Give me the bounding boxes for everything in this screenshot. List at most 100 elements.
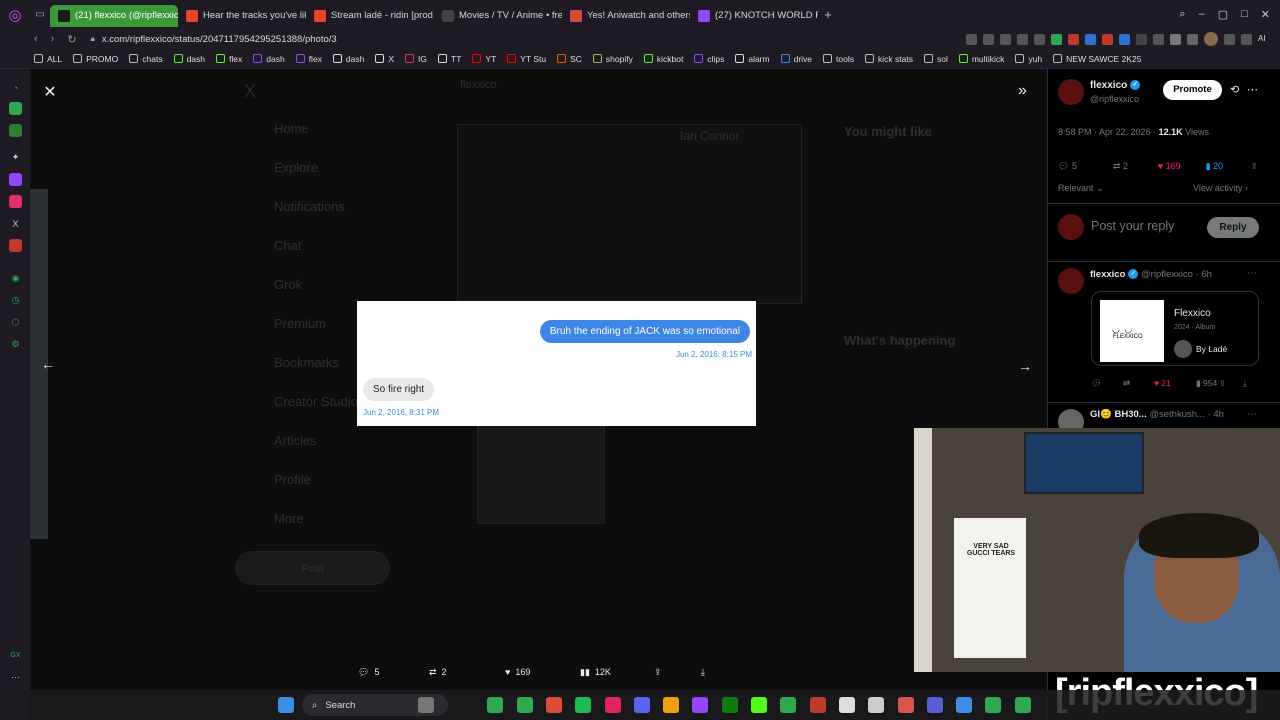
browser-tab[interactable]: Hear the tracks you've lik bbox=[178, 5, 306, 27]
bookmark-item[interactable]: IG bbox=[405, 54, 427, 64]
promote-button[interactable]: Promote bbox=[1163, 80, 1222, 100]
bookmark-item[interactable]: multikick bbox=[958, 54, 1004, 64]
extension-icon[interactable] bbox=[1085, 33, 1096, 45]
view-activity-link[interactable]: View activity › bbox=[1193, 183, 1248, 193]
bookmark-item[interactable]: sol bbox=[923, 54, 948, 64]
opera-gx-logo-icon[interactable]: ◎ bbox=[0, 0, 30, 29]
reply-button[interactable]: Reply bbox=[1207, 217, 1259, 238]
app-icon[interactable] bbox=[1014, 697, 1031, 713]
instagram-icon[interactable] bbox=[9, 195, 22, 208]
bookmark-item[interactable]: drive bbox=[780, 54, 812, 64]
author-name[interactable]: flexxico ✓ bbox=[1090, 80, 1141, 91]
extension-icon[interactable] bbox=[1153, 33, 1164, 45]
close-viewer-icon[interactable]: ✕ bbox=[41, 84, 59, 102]
chatgpt-icon[interactable] bbox=[868, 697, 885, 713]
github-icon[interactable] bbox=[516, 697, 533, 713]
repost-icon[interactable]: ⇄ bbox=[1123, 378, 1130, 389]
sort-dropdown[interactable]: Relevant ⌄ bbox=[1058, 183, 1104, 194]
chatgpt-icon[interactable]: ✦ bbox=[9, 151, 22, 164]
share-icon[interactable]: ⇪ bbox=[1219, 378, 1226, 389]
back-icon[interactable]: ‹ bbox=[34, 33, 38, 46]
reply-author[interactable]: GI😊 BH30... @sethkush... · 4h bbox=[1090, 409, 1224, 420]
app-icon[interactable] bbox=[985, 697, 1002, 713]
like-stat[interactable]: ♥ 169 bbox=[1158, 161, 1206, 172]
bookmark-item[interactable]: alarm bbox=[735, 54, 770, 64]
browser-tab[interactable]: Yes! Aniwatch and others bbox=[562, 5, 690, 27]
next-photo-icon[interactable]: → bbox=[1018, 358, 1032, 374]
forward-icon[interactable]: › bbox=[51, 33, 55, 46]
reply-more-icon[interactable]: ⋯ bbox=[1247, 409, 1257, 420]
bookmark-item[interactable]: dash bbox=[253, 54, 285, 64]
bookmark-item[interactable]: chats bbox=[129, 54, 163, 64]
download-icon[interactable] bbox=[1224, 33, 1235, 45]
music-icon[interactable] bbox=[9, 239, 22, 252]
bookmark-page-icon[interactable] bbox=[966, 33, 977, 45]
browser-tab[interactable]: Stream ladé - ridin [prod. bbox=[306, 5, 434, 27]
reply-action[interactable]: 💬︎ 5 bbox=[358, 667, 379, 678]
more-icon[interactable]: ⋯ bbox=[9, 671, 22, 684]
like-icon[interactable]: ♥ 21 bbox=[1154, 378, 1171, 388]
share-icon[interactable]: ⇪ bbox=[1250, 161, 1258, 172]
history-icon[interactable]: ◷ bbox=[9, 294, 22, 307]
bookmark-item[interactable]: flex bbox=[295, 54, 322, 64]
app-icon[interactable] bbox=[897, 697, 914, 713]
gx-corner-icon[interactable] bbox=[9, 102, 22, 115]
tab-menu-icon[interactable]: ▭ bbox=[30, 9, 50, 20]
app-icon[interactable] bbox=[838, 697, 855, 713]
chrome-icon[interactable] bbox=[545, 697, 562, 713]
author-avatar[interactable] bbox=[1058, 79, 1084, 105]
reply-author[interactable]: flexxico ✓ @ripflexxico · 6h bbox=[1090, 269, 1212, 280]
heart-icon[interactable] bbox=[1017, 33, 1028, 45]
extension-icon[interactable] bbox=[1102, 33, 1113, 45]
reply-icon[interactable]: 💬︎ bbox=[1091, 378, 1102, 389]
twitch-icon[interactable] bbox=[9, 173, 22, 186]
app-icon[interactable] bbox=[956, 697, 973, 713]
extension-icon[interactable] bbox=[1119, 33, 1130, 45]
extension-icon[interactable] bbox=[1170, 33, 1181, 45]
twitch-icon[interactable] bbox=[692, 697, 709, 713]
browser-tab[interactable]: Movies / TV / Anime • free bbox=[434, 5, 562, 27]
bookmark-stat[interactable]: ▮ 20 bbox=[1206, 161, 1251, 172]
new-tab-button[interactable]: + bbox=[818, 7, 838, 22]
bookmark-item[interactable]: kickbot bbox=[643, 54, 683, 64]
ai-icon[interactable]: AI bbox=[1258, 34, 1272, 45]
grok-icon[interactable]: ⟲ bbox=[1230, 83, 1239, 96]
bookmark-item[interactable]: clips bbox=[694, 54, 724, 64]
bookmark-item[interactable]: YT bbox=[472, 54, 496, 64]
file-explorer-icon[interactable] bbox=[663, 697, 680, 713]
views-icon[interactable]: ▮ 954 bbox=[1196, 378, 1217, 389]
extensions-icon[interactable]: ⬡ bbox=[9, 316, 22, 329]
bookmark-item[interactable]: TT bbox=[438, 54, 461, 64]
url-text[interactable]: x.com/ripflexxico/status/204711795429525… bbox=[102, 34, 337, 45]
speed-dial-icon[interactable]: ◔ bbox=[9, 81, 22, 94]
bookmark-item[interactable]: dash bbox=[173, 54, 205, 64]
minimize-icon[interactable]: – bbox=[1199, 8, 1205, 21]
maximize-icon[interactable]: □ bbox=[1241, 8, 1248, 21]
bookmark-item[interactable]: tools bbox=[823, 54, 854, 64]
task-view-icon[interactable] bbox=[418, 697, 434, 713]
repost-stat[interactable]: ⇄ 2 bbox=[1113, 161, 1158, 172]
bookmark-item[interactable]: ALL bbox=[34, 54, 62, 64]
settings-icon[interactable]: ⚙ bbox=[9, 338, 22, 351]
bookmark-item[interactable]: PROMO bbox=[73, 54, 118, 64]
browser-tab[interactable]: (21) flexxico (@ripflexxico bbox=[50, 4, 178, 27]
xbox-icon[interactable] bbox=[721, 697, 738, 713]
app-icon[interactable] bbox=[751, 697, 767, 713]
extension-icon[interactable] bbox=[1051, 33, 1062, 45]
download-icon[interactable]: ⤓ bbox=[1243, 378, 1247, 389]
windows-start-icon[interactable] bbox=[278, 697, 294, 713]
bookmark-item[interactable]: dash bbox=[332, 54, 364, 64]
discord-icon[interactable] bbox=[633, 697, 650, 713]
bookmark-item[interactable]: flex bbox=[216, 54, 242, 64]
album-card[interactable]: ◡ ◡ FLEXXICO Flexxico 2024 · Album By La… bbox=[1091, 291, 1259, 366]
app-icon[interactable] bbox=[487, 697, 504, 713]
reply-stat[interactable]: 💬︎ 5 bbox=[1058, 161, 1113, 172]
author-handle[interactable]: @ripflexxico bbox=[1090, 94, 1139, 104]
bookmark-item[interactable]: NEW SAWCE 2K25 bbox=[1053, 54, 1141, 64]
extension-icon[interactable] bbox=[1068, 33, 1079, 45]
reply-avatar[interactable] bbox=[1058, 268, 1084, 294]
download-action[interactable]: ⤓ bbox=[701, 667, 705, 678]
send-icon[interactable] bbox=[1000, 33, 1011, 45]
gx-icon[interactable]: GX bbox=[9, 649, 22, 662]
extension-icon[interactable] bbox=[1136, 33, 1147, 45]
